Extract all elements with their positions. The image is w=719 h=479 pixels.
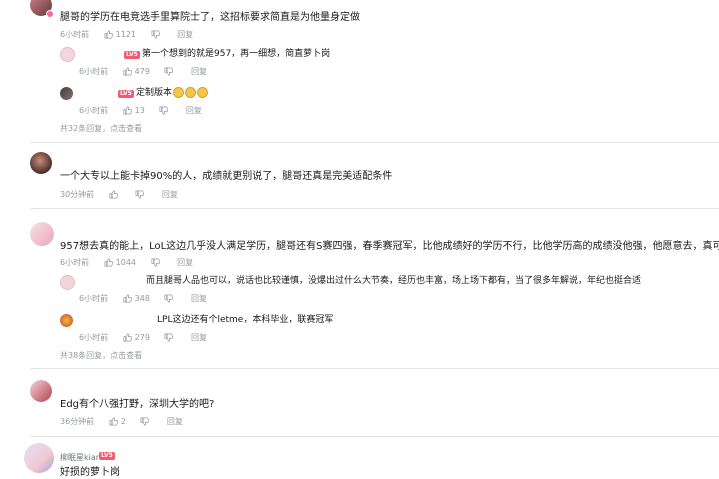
reply-button[interactable]: 回复: [162, 189, 178, 200]
level-badge: LV5: [118, 90, 134, 98]
thumbs-up-icon: [123, 294, 132, 303]
like-count: 1121: [115, 30, 136, 39]
dislike-button[interactable]: [164, 67, 176, 76]
avatar[interactable]: [60, 275, 75, 290]
thumbs-up-icon: [123, 106, 132, 115]
thumbs-down-icon: [140, 417, 150, 426]
like-button[interactable]: 2: [109, 417, 126, 426]
reply-text: 定制版本: [136, 87, 209, 100]
divider: [30, 142, 719, 143]
like-button[interactable]: 1044: [104, 258, 136, 267]
comment-meta: 30分钟前 回复: [60, 189, 190, 200]
like-button[interactable]: 348: [123, 294, 150, 303]
laughing-emoji-icon: [197, 87, 209, 98]
avatar[interactable]: [60, 314, 73, 327]
like-count: 1044: [115, 258, 136, 267]
dislike-button[interactable]: [159, 106, 171, 115]
avatar[interactable]: [30, 222, 54, 246]
reply-button[interactable]: 回复: [167, 416, 183, 427]
thumbs-up-icon: [109, 417, 118, 426]
thumbs-down-icon: [159, 106, 169, 115]
reply-time: 6小时前: [79, 333, 109, 342]
username[interactable]: 柳眠星kiar: [60, 452, 99, 463]
comment-text: 腿哥的学历在电竞选手里算院士了，这招标要求简直是为他量身定做: [60, 12, 360, 23]
thumbs-down-icon: [165, 67, 174, 76]
comment-text: 好损的萝卜岗: [60, 467, 120, 478]
comment-text: Edg有个八强打野，深圳大学的吧?: [60, 399, 215, 410]
comment-meta: 6小时前 1121 回复: [60, 29, 205, 40]
like-button[interactable]: 1121: [104, 30, 136, 39]
dislike-button[interactable]: [140, 417, 152, 426]
reply-text: 第一个想到的就是957，再一细想，简直萝卜岗: [142, 49, 331, 59]
reply-time: 6小时前: [79, 67, 109, 76]
thumbs-down-icon: [165, 333, 174, 342]
like-button[interactable]: 279: [123, 333, 150, 342]
badge-icon: [46, 10, 54, 18]
thumbs-down-icon: [151, 258, 160, 267]
reply-text: LPL这边还有个letme，本科毕业，联赛冠军: [157, 315, 334, 325]
laughing-emoji-icon: [185, 87, 197, 98]
like-button[interactable]: 13: [123, 106, 145, 115]
divider: [30, 368, 719, 369]
comment-meta: 36分钟前 2 回复: [60, 416, 195, 427]
avatar[interactable]: [60, 47, 75, 62]
divider: [30, 208, 719, 209]
level-badge: LV5: [99, 452, 115, 460]
reply-button[interactable]: 回复: [177, 29, 193, 40]
comment-time: 30分钟前: [60, 190, 95, 199]
like-count: 13: [134, 106, 145, 115]
avatar[interactable]: [30, 152, 52, 174]
dislike-button[interactable]: [164, 294, 176, 303]
thumbs-down-icon: [151, 30, 160, 39]
avatar[interactable]: [30, 380, 52, 402]
reply-button[interactable]: 回复: [186, 105, 202, 116]
thumbs-down-icon: [165, 294, 174, 303]
like-count: 348: [134, 294, 150, 303]
laughing-emoji-icon: [173, 87, 185, 98]
avatar[interactable]: [24, 443, 54, 473]
thumbs-down-icon: [135, 190, 145, 199]
comment-time: 6小时前: [60, 30, 90, 39]
reply-button[interactable]: 回复: [177, 257, 193, 268]
thumbs-up-icon: [123, 333, 132, 342]
dislike-button[interactable]: [151, 30, 163, 39]
like-button[interactable]: 479: [123, 67, 150, 76]
view-more-replies-link[interactable]: 共38条回复，点击查看: [60, 350, 142, 361]
reply-time: 6小时前: [79, 294, 109, 303]
comment-text: 一个大专以上能卡掉90%的人，成绩就更别说了，腿哥还真是完美适配条件: [60, 171, 393, 182]
reply-button[interactable]: 回复: [191, 332, 207, 343]
reply-button[interactable]: 回复: [191, 293, 207, 304]
like-count: 279: [134, 333, 150, 342]
reply-text-content: 定制版本: [136, 88, 173, 98]
thumbs-up-icon: [104, 258, 113, 267]
comment-time: 6小时前: [60, 258, 90, 267]
like-count: 479: [134, 67, 150, 76]
thumbs-up-icon: [123, 67, 132, 76]
dislike-button[interactable]: [135, 190, 147, 199]
avatar[interactable]: [60, 87, 73, 100]
reply-meta: 6小时前 279 回复: [79, 332, 219, 343]
thumbs-up-icon: [109, 190, 118, 199]
view-more-replies-link[interactable]: 共32条回复，点击查看: [60, 123, 142, 134]
like-count: 2: [120, 417, 126, 426]
comment-meta: 6小时前 1044 回复: [60, 257, 205, 268]
reply-time: 6小时前: [79, 106, 109, 115]
comment-time: 36分钟前: [60, 417, 95, 426]
dislike-button[interactable]: [151, 258, 163, 267]
dislike-button[interactable]: [164, 333, 176, 342]
divider: [30, 436, 719, 437]
reply-meta: 6小时前 348 回复: [79, 293, 219, 304]
thumbs-up-icon: [104, 30, 113, 39]
comment-text: 957想去真的能上，LoL这边几乎没人满足学历，腿哥还有S赛四强，春季赛冠军，比…: [60, 241, 719, 252]
reply-text: 而且腿哥人品也可以，说话也比较谨慎，没爆出过什么大节奏，经历也丰富，场上场下都有…: [146, 276, 642, 286]
reply-meta: 6小时前 13 回复: [79, 105, 214, 116]
like-button[interactable]: [109, 190, 121, 199]
level-badge: LV5: [124, 51, 140, 59]
reply-button[interactable]: 回复: [191, 66, 207, 77]
reply-meta: 6小时前 479 回复: [79, 66, 219, 77]
